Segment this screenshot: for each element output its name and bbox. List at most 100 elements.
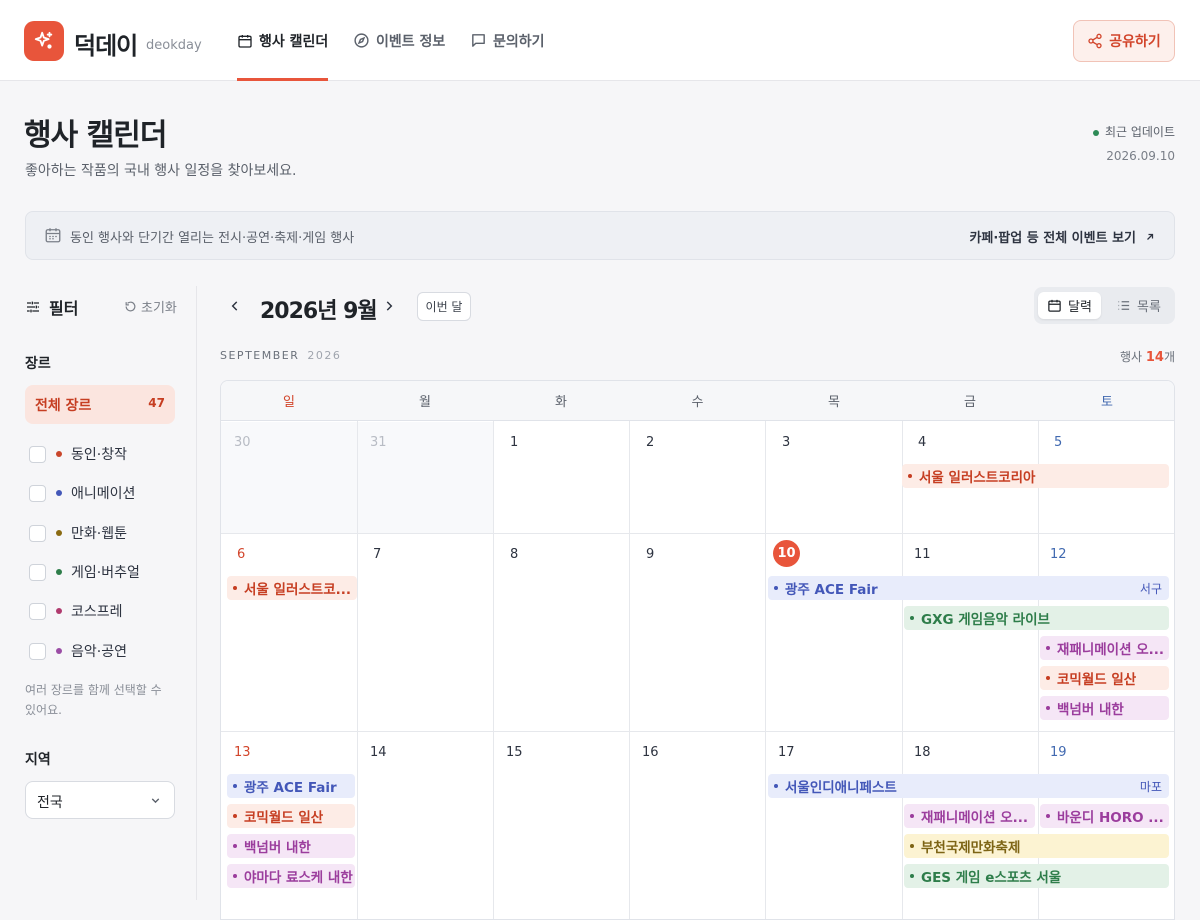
genre-option-all[interactable]: 전체 장르 47 [25,385,175,424]
day-number[interactable]: 3 [782,435,790,450]
event-bullet [1046,676,1050,680]
day-number[interactable]: 1 [510,435,518,450]
event-chip[interactable]: 코믹월드 일산 [1040,666,1169,690]
event-chip[interactable]: GES 게임 e스포츠 서울 [904,864,1169,888]
calendar-view-label: 달력 [1068,300,1092,315]
brand-subtitle: deokday [146,38,202,53]
top-navigation-bar: 덕데이 deokday 행사 캘린더 이벤트 정보 문의하기 공유하기 [0,0,1200,81]
genre-label: 코스프레 [71,604,123,620]
day-number[interactable]: 12 [1050,547,1067,562]
day-number[interactable]: 8 [510,547,518,562]
day-number[interactable]: 31 [370,435,387,450]
event-title: 서울 일러스트코... [244,582,352,598]
chevron-down-icon [151,798,160,804]
genre-label: 음악·공연 [71,644,127,660]
day-number[interactable]: 7 [373,547,381,562]
previous-month-button[interactable] [225,296,245,316]
event-chip[interactable]: 광주 ACE Fair [227,774,355,798]
event-chip[interactable]: 재패니메이션 오... [1040,636,1169,660]
genre-checkbox[interactable] [29,484,46,502]
brand-name[interactable]: 덕데이 [74,26,138,61]
grid-line [221,731,1174,732]
genre-color-dot [56,530,62,536]
event-chip[interactable]: 백넘버 내한 [1040,696,1169,720]
nav-tab-contact[interactable]: 문의하기 [470,0,545,81]
today-day-number[interactable]: 10 [773,540,800,567]
day-number[interactable]: 2 [646,435,654,450]
day-number[interactable]: 4 [918,435,926,450]
day-number[interactable]: 15 [506,745,523,760]
this-month-button[interactable]: 이번 달 [417,292,471,321]
sparkle-logo-icon[interactable] [24,21,64,61]
event-chip[interactable]: 서울인디애니페스트 마포 [768,774,1169,798]
list-view-button[interactable]: 목록 [1107,292,1170,319]
calendar-icon [1048,299,1061,312]
genre-option[interactable]: 음악·공연 [29,640,127,662]
weekday-header: 토 [1038,381,1174,421]
event-bullet [910,844,914,848]
event-chip[interactable]: 코믹월드 일산 [227,804,355,828]
event-chip[interactable]: 서울 일러스트코... [227,576,357,600]
genre-all-label: 전체 장르 [35,398,92,414]
event-chip[interactable]: 백넘버 내한 [227,834,355,858]
share-button-label: 공유하기 [1109,34,1161,50]
region-select[interactable]: 전국 [25,781,175,819]
event-bullet [1046,706,1050,710]
nav-tab-label: 이벤트 정보 [376,33,446,50]
day-number[interactable]: 30 [234,435,251,450]
genre-checkbox[interactable] [29,563,46,581]
genre-option[interactable]: 게임·버추얼 [29,561,140,583]
calendar-icon [45,228,61,243]
event-title: 코믹월드 일산 [1057,672,1137,688]
event-bullet [910,814,914,818]
day-number[interactable]: 5 [1054,435,1062,450]
calendar-view-button[interactable]: 달력 [1038,292,1101,319]
sliders-icon [27,301,39,313]
genre-option[interactable]: 애니메이션 [29,482,135,504]
next-month-button[interactable] [379,296,399,316]
share-button[interactable]: 공유하기 [1073,20,1175,62]
event-chip[interactable]: 재패니메이션 오... [904,804,1035,828]
event-chip[interactable]: 광주 ACE Fair 서구 [768,576,1169,600]
arrow-up-right-icon [1147,233,1154,240]
event-title: GES 게임 e스포츠 서울 [921,870,1062,886]
genre-option[interactable]: 만화·웹툰 [29,522,127,544]
event-title: 코믹월드 일산 [244,810,324,826]
region-select-value: 전국 [37,795,63,811]
genre-checkbox[interactable] [29,642,46,660]
event-bullet [910,616,914,620]
day-number[interactable]: 19 [1050,745,1067,760]
event-chip[interactable]: GXG 게임음악 라이브 [904,606,1169,630]
nav-tab-event-calendar[interactable]: 행사 캘린더 [237,0,329,81]
day-number[interactable]: 13 [234,745,251,760]
event-chip[interactable]: 바운디 HORO ... [1040,804,1169,828]
view-all-events-link[interactable]: 카페·팝업 등 전체 이벤트 보기 [969,227,1156,246]
genre-color-dot [56,608,62,614]
event-chip[interactable]: 부천국제만화축제 [904,834,1169,858]
reset-filters-button[interactable]: 초기화 [124,297,177,316]
day-number[interactable]: 16 [642,745,659,760]
day-number[interactable]: 18 [914,745,931,760]
weekday-header: 월 [357,381,493,421]
banner-text: 동인 행사와 단기간 열리는 전시·공연·축제·게임 행사 [70,231,355,246]
day-number[interactable]: 17 [778,745,795,760]
calendar-icon [238,34,252,48]
weekday-header: 화 [493,381,629,421]
day-number[interactable]: 14 [370,745,387,760]
event-chip[interactable]: 야마다 료스케 내한 [227,864,355,888]
genre-checkbox[interactable] [29,524,46,542]
event-chip[interactable]: 서울 일러스트코리아 [902,464,1169,488]
genre-checkbox[interactable] [29,602,46,620]
nav-tab-event-info[interactable]: 이벤트 정보 [353,0,445,81]
day-number[interactable]: 11 [914,547,931,562]
day-number[interactable]: 6 [237,547,245,562]
genre-checkbox[interactable] [29,445,46,463]
genre-option[interactable]: 동인·창작 [29,443,127,465]
grid-line [221,533,1174,534]
genre-option[interactable]: 코스프레 [29,600,123,622]
day-number[interactable]: 9 [646,547,654,562]
genre-color-dot [56,569,62,575]
genre-label: 게임·버추얼 [71,565,140,581]
list-icon [1118,301,1130,310]
nav-tab-label: 문의하기 [493,33,545,50]
